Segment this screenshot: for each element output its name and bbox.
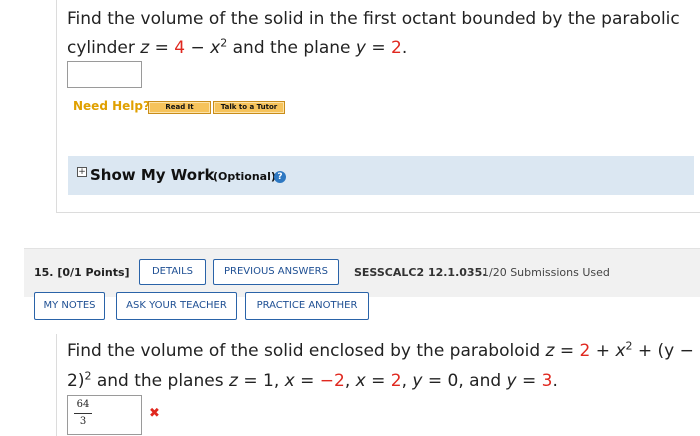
- var-y: y: [412, 371, 423, 391]
- text-segment: ,: [273, 371, 285, 391]
- optional-label: (Optional): [213, 170, 276, 183]
- exponent: 2: [625, 339, 633, 353]
- help-question-icon[interactable]: ?: [274, 171, 286, 183]
- text-segment: .: [401, 38, 408, 58]
- text-segment: cylinder: [67, 38, 141, 58]
- var-x: x: [615, 341, 626, 361]
- text-segment: −: [185, 38, 211, 58]
- var-x: x: [284, 371, 295, 391]
- text-segment: .: [552, 371, 558, 391]
- text-segment: =: [516, 371, 542, 391]
- submissions-used: 1/20 Submissions Used: [482, 266, 610, 279]
- value-4: 4: [174, 38, 186, 58]
- value-1: 1: [262, 371, 274, 391]
- read-it-button[interactable]: Read It: [148, 101, 211, 114]
- text-segment: ,: [401, 371, 413, 391]
- var-x: x: [210, 38, 221, 58]
- value-2: 2: [579, 341, 591, 361]
- value-2: 2: [390, 371, 402, 391]
- text-segment: and the plane: [227, 38, 356, 58]
- question-14-text-line2: cylinder z = 4 − x2 and the plane y = 2.: [67, 33, 687, 63]
- question-15-points: 15. [0/1 Points]: [34, 266, 130, 279]
- var-z: z: [228, 371, 238, 391]
- details-button[interactable]: DETAILS: [139, 259, 206, 285]
- question-15-text-line2: 2)2 and the planes z = 1, x = −2, x = 2,…: [67, 366, 687, 396]
- ask-your-teacher-button[interactable]: ASK YOUR TEACHER: [116, 292, 237, 320]
- question-14-text-line1: Find the volume of the solid in the firs…: [67, 9, 680, 29]
- text-segment: =: [149, 38, 175, 58]
- text-segment: =: [294, 371, 320, 391]
- question-15-text-line1: Find the volume of the solid enclosed by…: [67, 336, 694, 366]
- var-x: x: [355, 371, 366, 391]
- previous-answers-button[interactable]: PREVIOUS ANSWERS: [213, 259, 339, 285]
- value-2: 2: [391, 38, 402, 58]
- text-segment: =: [237, 371, 263, 391]
- var-y: y: [355, 38, 366, 58]
- show-my-work-label[interactable]: Show My Work: [90, 166, 214, 184]
- value-0: 0: [447, 371, 459, 391]
- fraction-denominator: 3: [79, 416, 87, 427]
- need-help-label: Need Help?: [73, 99, 150, 113]
- text-segment: 2): [67, 371, 85, 391]
- text-segment: =: [365, 371, 391, 391]
- value-neg2: −2: [319, 371, 345, 391]
- text-segment: +: [590, 341, 616, 361]
- text-segment: =: [554, 341, 580, 361]
- fraction-bar: [74, 413, 92, 414]
- var-z: z: [140, 38, 150, 58]
- text-segment: Find the volume of the solid enclosed by…: [67, 341, 546, 361]
- practice-another-button[interactable]: PRACTICE ANOTHER: [245, 292, 369, 320]
- var-y: y: [506, 371, 517, 391]
- incorrect-x-icon: ✖: [149, 406, 160, 421]
- text-segment: ,: [344, 371, 356, 391]
- text-segment: =: [365, 38, 392, 58]
- text-segment: + (y −: [632, 341, 694, 361]
- expand-plus-icon[interactable]: +: [77, 167, 87, 177]
- question-15-answer-input[interactable]: 64 3: [67, 395, 142, 435]
- problem-code: SESSCALC2 12.1.035.: [354, 266, 487, 279]
- talk-to-tutor-button[interactable]: Talk to a Tutor: [213, 101, 285, 114]
- my-notes-button[interactable]: MY NOTES: [34, 292, 105, 320]
- text-segment: and the planes: [91, 371, 229, 391]
- fraction-numerator: 64: [76, 399, 90, 410]
- question-14-answer-input[interactable]: [67, 61, 142, 88]
- text-segment: =: [422, 371, 448, 391]
- value-3: 3: [541, 371, 553, 391]
- text-segment: , and: [458, 371, 507, 391]
